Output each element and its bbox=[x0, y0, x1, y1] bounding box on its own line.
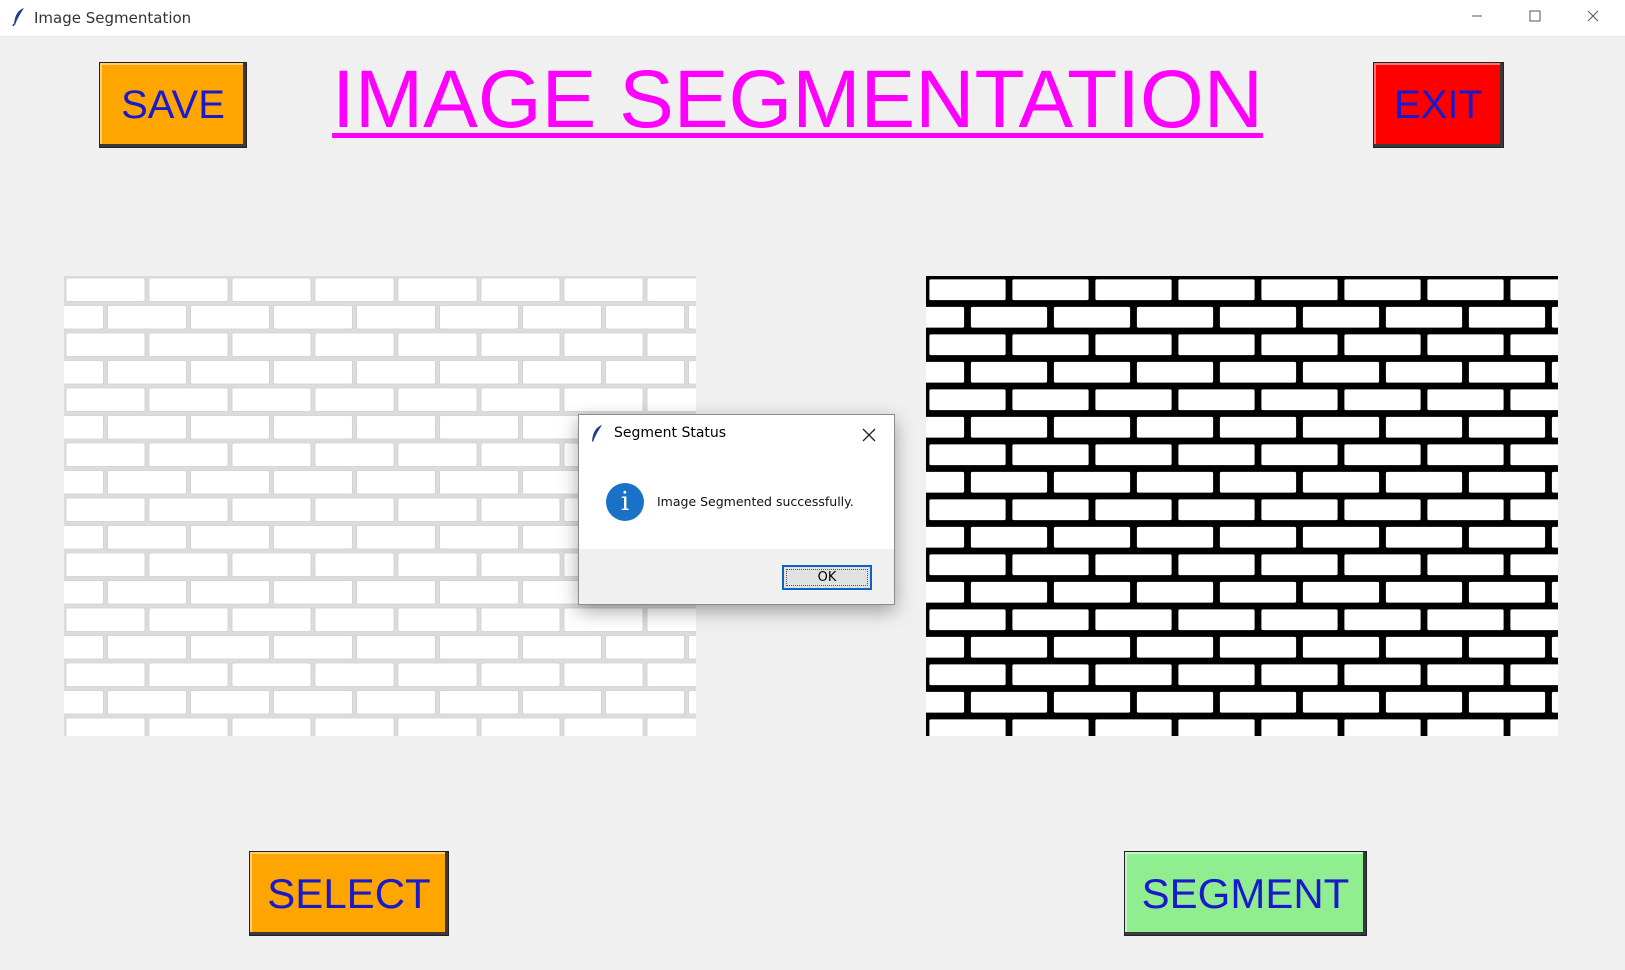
dialog-close-button[interactable] bbox=[862, 427, 876, 446]
close-icon bbox=[1587, 9, 1599, 27]
ok-button[interactable]: OK bbox=[782, 565, 872, 590]
page-title: IMAGE SEGMENTATION bbox=[332, 54, 1263, 145]
select-button[interactable]: SELECT bbox=[249, 851, 449, 936]
minimize-icon bbox=[1471, 9, 1483, 27]
segment-button[interactable]: SEGMENT bbox=[1124, 851, 1367, 936]
dialog-message: Image Segmented successfully. bbox=[657, 494, 854, 509]
save-button[interactable]: SAVE bbox=[99, 62, 247, 148]
window-title: Image Segmentation bbox=[34, 9, 192, 27]
window-titlebar: Image Segmentation bbox=[0, 0, 1625, 37]
info-icon: i bbox=[606, 483, 644, 521]
minimize-button[interactable] bbox=[1448, 0, 1506, 36]
segmented-image bbox=[926, 276, 1558, 736]
brick-wall-segmented-image bbox=[926, 276, 1558, 736]
feather-icon bbox=[12, 7, 26, 32]
close-window-button[interactable] bbox=[1564, 0, 1622, 36]
close-icon bbox=[862, 427, 876, 446]
maximize-icon bbox=[1529, 9, 1541, 27]
segment-status-dialog: Segment Status i Image Segmented success… bbox=[578, 414, 895, 605]
exit-button[interactable]: EXIT bbox=[1373, 62, 1504, 148]
dialog-title: Segment Status bbox=[614, 425, 727, 441]
maximize-button[interactable] bbox=[1506, 0, 1564, 36]
feather-icon bbox=[590, 424, 604, 448]
